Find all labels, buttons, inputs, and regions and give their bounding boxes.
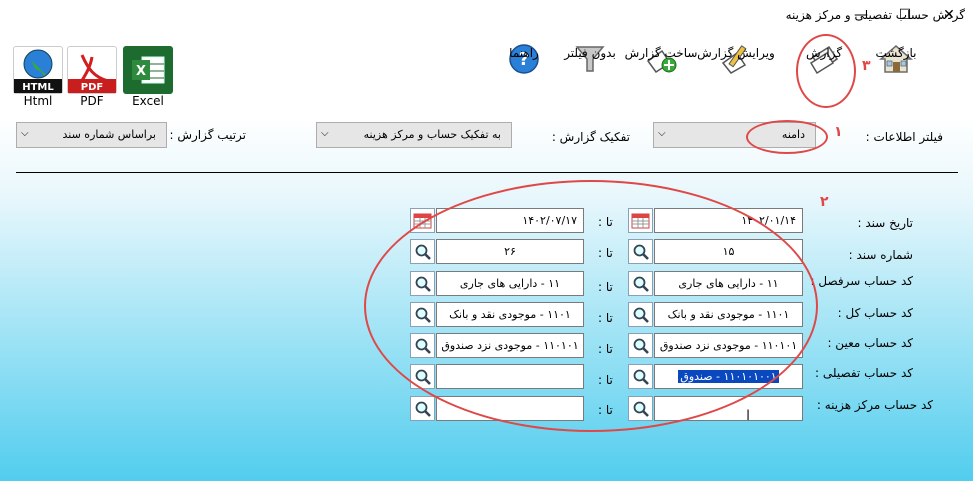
annotation-circle-3 xyxy=(796,34,856,108)
chevron-down-icon: ⌵ xyxy=(321,128,329,139)
row-label-subsidiary-account: کد حساب معین : xyxy=(827,336,913,350)
help-button[interactable]: ? راهنما xyxy=(506,42,542,76)
svg-text:PDF: PDF xyxy=(81,82,103,93)
search-icon[interactable] xyxy=(410,396,435,421)
row-label-cost-center: کد حساب مرکز هزینه : xyxy=(816,398,933,412)
annotation-number-2: ۲ xyxy=(820,194,829,210)
chevron-down-icon: ⌵ xyxy=(21,128,29,139)
row-label-detail-account: کد حساب تفصیلی : xyxy=(815,366,913,380)
annotation-ellipse-2 xyxy=(364,180,818,432)
help-label: راهنما xyxy=(509,46,539,60)
excel-icon: X xyxy=(123,46,173,94)
scope-label: فیلتر اطلاعات : xyxy=(865,130,943,144)
svg-text:HTML: HTML xyxy=(22,82,54,93)
divider xyxy=(16,172,958,173)
no-filter-button[interactable]: بدون فیلتر xyxy=(564,42,616,76)
excel-label: Excel xyxy=(132,94,164,108)
maximize-button[interactable]: ☐ xyxy=(882,0,928,30)
build-report-button[interactable]: ساخت گزارش xyxy=(625,42,697,76)
html-export-button[interactable]: HTML Html xyxy=(12,46,64,108)
split-combo-value: به تفکیک حساب و مرکز هزینه xyxy=(363,128,501,141)
annotation-circle-1 xyxy=(746,120,828,154)
html-label: Html xyxy=(23,94,53,108)
sort-label: ترتیب گزارش : xyxy=(169,128,247,142)
split-label: تفکیک گزارش : xyxy=(551,130,630,144)
row-label-doc-number: شماره سند : xyxy=(848,248,913,262)
back-label: بازگشت xyxy=(875,46,917,60)
split-combo[interactable]: به تفکیک حساب و مرکز هزینه ⌵ xyxy=(316,122,512,148)
title-bar: گردش حساب تفصیلی و مرکز هزینه — ☐ ✕ xyxy=(0,0,973,30)
no-filter-label: بدون فیلتر xyxy=(564,46,616,60)
pdf-label: PDF xyxy=(80,94,104,108)
close-button[interactable]: ✕ xyxy=(926,0,972,30)
pdf-icon: PDF xyxy=(67,46,117,94)
excel-export-button[interactable]: X Excel xyxy=(122,46,174,108)
sort-combo[interactable]: براساس شماره سند ⌵ xyxy=(16,122,167,148)
back-button[interactable]: بازگشت xyxy=(875,42,917,76)
text-cursor-icon: I xyxy=(746,408,751,424)
row-label-general-account: کد حساب کل : xyxy=(837,306,913,320)
html-icon: HTML xyxy=(13,46,63,94)
annotation-number-3: ۳ xyxy=(862,58,871,74)
edit-report-button[interactable]: ویرایش گزارش xyxy=(697,42,775,76)
annotation-number-1: ۱ xyxy=(834,124,843,140)
edit-report-label: ویرایش گزارش xyxy=(697,46,775,60)
svg-text:X: X xyxy=(136,64,146,79)
pdf-export-button[interactable]: PDF PDF xyxy=(66,46,118,108)
row-label-header-account: کد حساب سرفصل : xyxy=(810,274,913,288)
minimize-button[interactable]: — xyxy=(838,0,884,30)
sort-combo-value: براساس شماره سند xyxy=(62,128,157,141)
chevron-down-icon: ⌵ xyxy=(658,128,666,139)
row-label-doc-date: تاریخ سند : xyxy=(857,216,913,230)
toolbar: بازگشت گزارش ویرایش گزارش ساخت گزارش بدو… xyxy=(0,30,973,116)
main-panel: فیلتر اطلاعات : دامنه ⌵ ۱ تفکیک گزارش : … xyxy=(0,116,973,481)
build-report-label: ساخت گزارش xyxy=(624,46,698,60)
